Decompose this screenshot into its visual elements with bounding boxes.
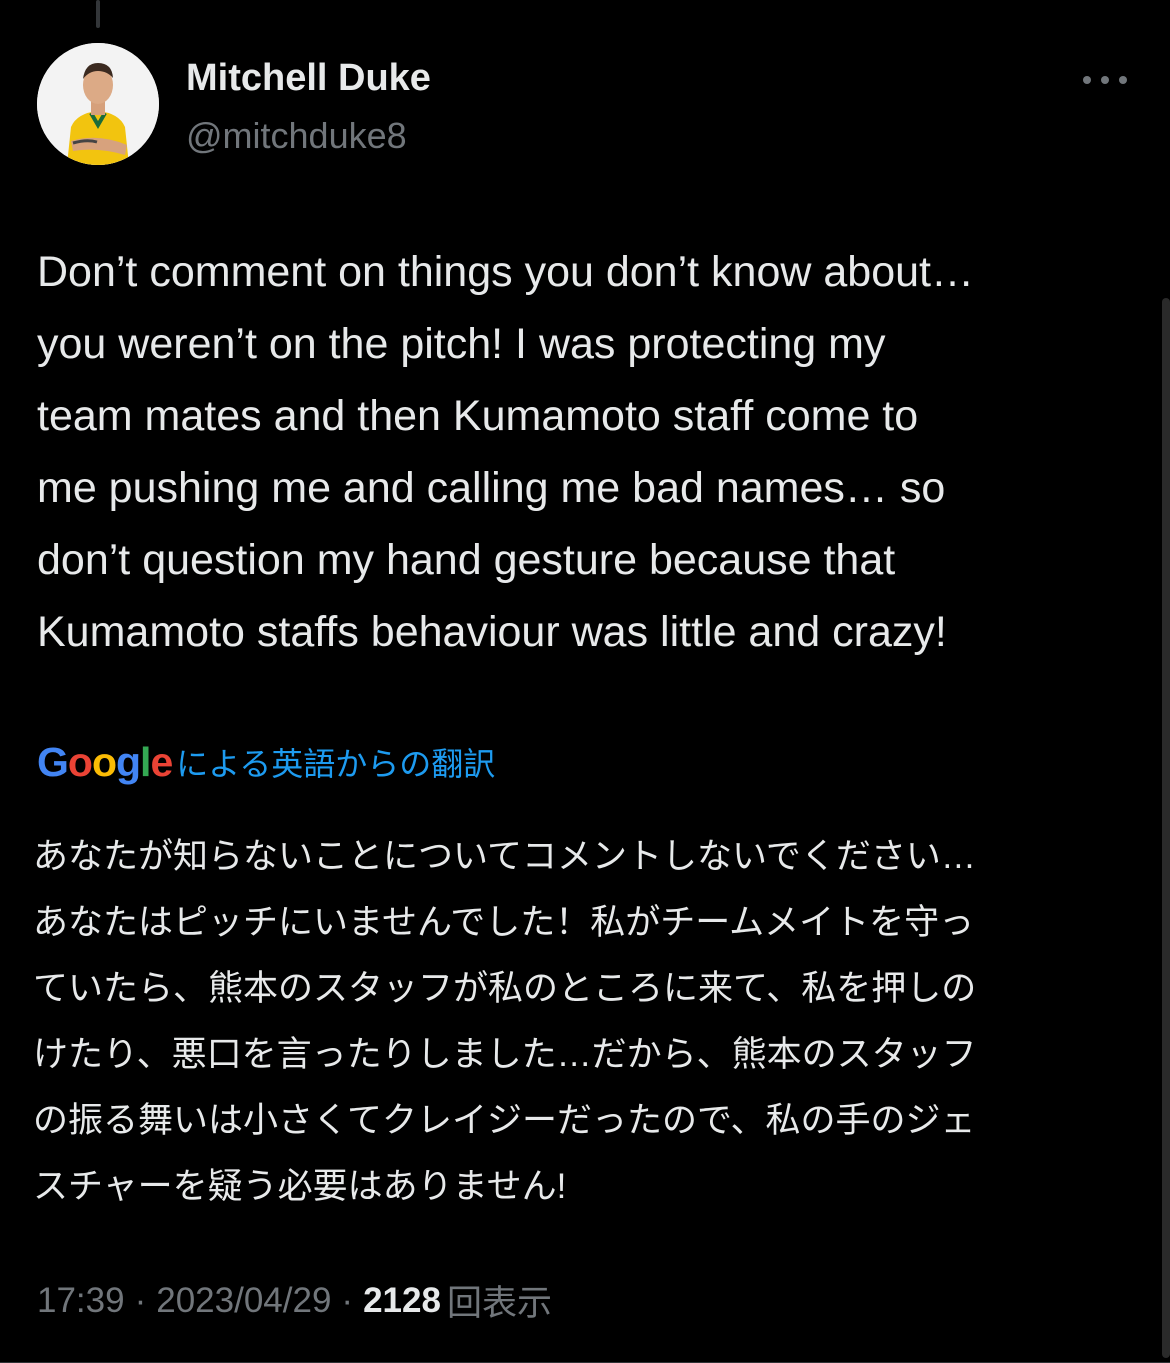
tweet-time[interactable]: 17:39 — [37, 1281, 125, 1321]
meta-separator: · — [134, 1280, 147, 1320]
view-count-label: 回表示 — [446, 1284, 552, 1323]
translation-label[interactable]: による英語からの翻訳 — [176, 739, 495, 785]
more-dot — [1101, 76, 1109, 84]
avatar-image — [37, 43, 159, 165]
translated-text: あなたが知らないことについてコメントしないでください… あなたはピッチにいません… — [33, 837, 977, 1206]
google-logo-letter: o — [91, 738, 117, 785]
scrollbar[interactable] — [1162, 298, 1170, 1358]
more-dot — [1119, 76, 1127, 84]
view-count: 2128 — [363, 1280, 441, 1320]
google-logo-letter: g — [116, 738, 141, 785]
author-name[interactable]: Mitchell Duke — [186, 57, 431, 100]
author-handle[interactable]: @mitchduke8 — [186, 115, 407, 157]
more-dot — [1083, 76, 1091, 84]
tweet-meta: 17:39 · 2023/04/29 · 2128 回表示 — [37, 1275, 552, 1326]
tweet-header: Mitchell Duke @mitchduke8 — [37, 43, 1137, 167]
google-logo-letter: o — [67, 738, 93, 785]
translation-attribution[interactable]: Google による英語からの翻訳 — [37, 734, 495, 790]
tweet-date[interactable]: 2023/04/29 — [156, 1281, 331, 1321]
google-logo-letter: G — [37, 738, 69, 785]
google-logo: Google — [37, 738, 173, 786]
avatar[interactable] — [37, 43, 159, 165]
google-logo-letter: e — [150, 738, 173, 785]
google-logo-letter: l — [140, 738, 151, 785]
meta-separator: · — [341, 1280, 354, 1320]
tweet-text: Don’t comment on things you don’t know a… — [37, 248, 974, 656]
thread-connector-line — [96, 0, 100, 28]
more-options-icon[interactable] — [1083, 65, 1127, 95]
